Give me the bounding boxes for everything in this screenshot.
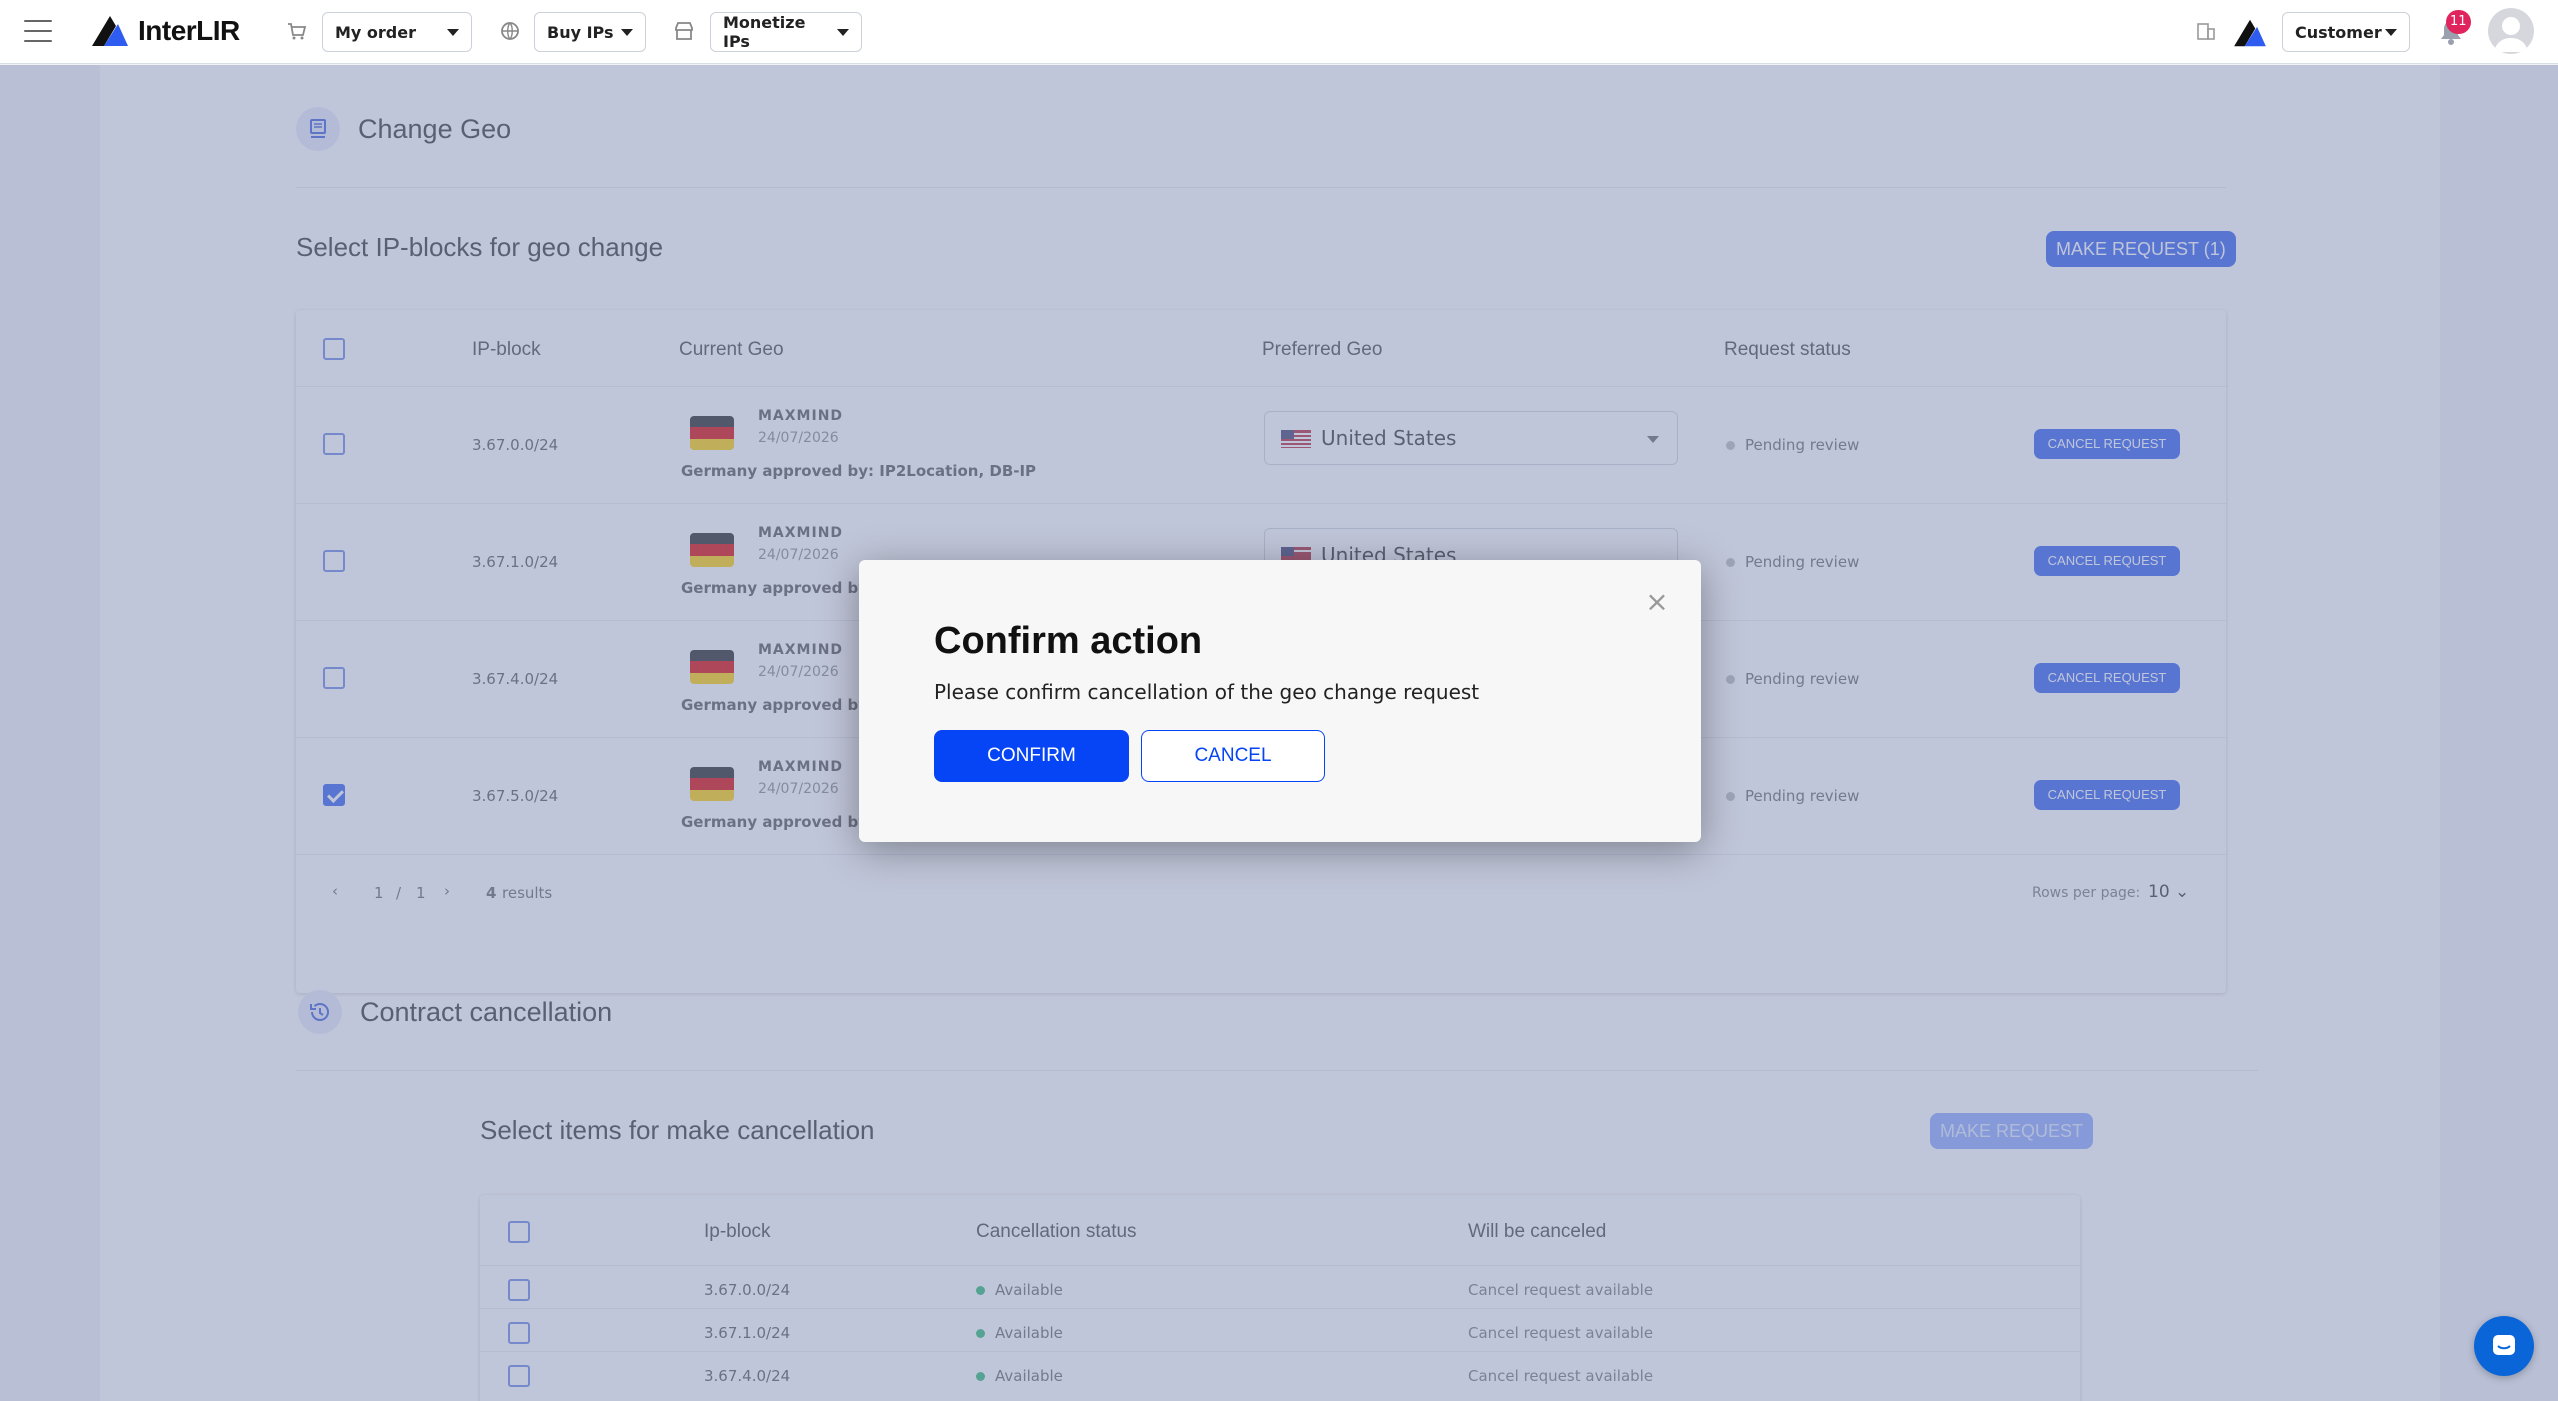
dialog-message: Please confirm cancellation of the geo c…: [934, 680, 1480, 704]
cancel-button[interactable]: CANCEL: [1141, 730, 1325, 782]
chevron-down-icon: [621, 28, 633, 36]
chevron-down-icon: [447, 28, 459, 36]
role-label: Customer: [2295, 22, 2382, 42]
store-icon: [672, 20, 696, 44]
role-logo-icon: [2234, 19, 2266, 47]
top-header: InterLIR My order Buy IPs Monetize IPs C…: [0, 0, 2558, 64]
chat-icon: [2493, 1335, 2515, 1355]
confirm-button[interactable]: CONFIRM: [934, 730, 1129, 782]
brand-logo[interactable]: InterLIR: [90, 14, 240, 48]
confirm-dialog: × Confirm action Please confirm cancella…: [859, 560, 1701, 842]
my-order-label: My order: [335, 22, 416, 42]
globe-icon: [498, 20, 522, 44]
hamburger-menu-icon[interactable]: [24, 20, 52, 42]
avatar[interactable]: [2488, 8, 2534, 54]
cart-icon: [284, 20, 308, 44]
chevron-down-icon: [2385, 28, 2397, 36]
buy-ips-label: Buy IPs: [547, 22, 614, 42]
monetize-ips-label: Monetize IPs: [723, 13, 806, 51]
brand-name: InterLIR: [138, 15, 240, 46]
my-order-dropdown[interactable]: My order: [322, 12, 472, 52]
buy-ips-dropdown[interactable]: Buy IPs: [534, 12, 646, 52]
building-icon: [2194, 20, 2218, 44]
role-dropdown[interactable]: Customer: [2282, 12, 2410, 52]
notification-badge: 11: [2446, 10, 2471, 34]
chevron-down-icon: [837, 28, 849, 36]
chat-launcher-button[interactable]: [2474, 1316, 2534, 1376]
monetize-ips-dropdown[interactable]: Monetize IPs: [710, 12, 862, 52]
dialog-title: Confirm action: [934, 620, 1203, 662]
interlir-logo-icon: [92, 16, 128, 46]
close-icon[interactable]: ×: [1645, 588, 1669, 616]
